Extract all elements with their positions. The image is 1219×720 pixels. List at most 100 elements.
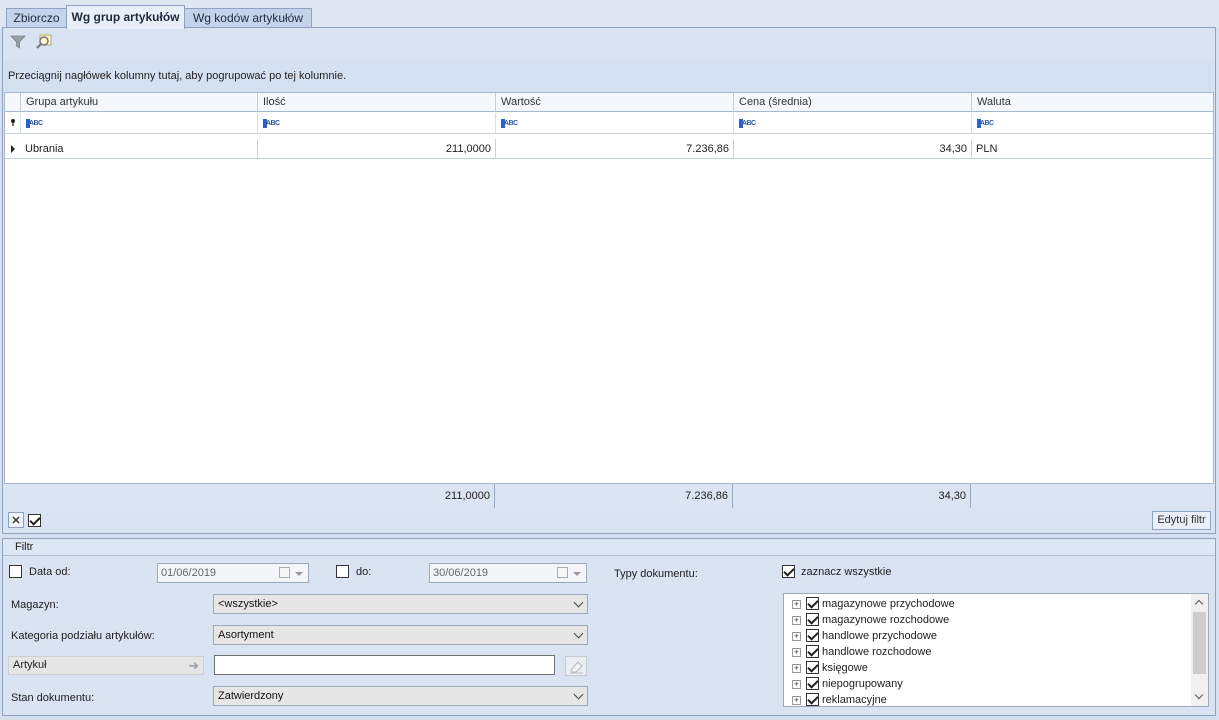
grid-summary-row: 211,0000 7.236,86 34,30 <box>4 483 1214 508</box>
clear-filter-button[interactable] <box>8 512 24 528</box>
chevron-down-icon <box>573 689 584 700</box>
table-cell-cena[interactable]: 34,30 <box>734 139 972 159</box>
summary-wartosc: 7.236,86 <box>495 484 733 508</box>
filter-cell-ilosc[interactable]: ABC <box>258 113 496 134</box>
tree-item-checkbox[interactable] <box>806 645 819 658</box>
expand-icon[interactable]: + <box>792 680 801 689</box>
category-select[interactable]: Asortyment <box>213 625 588 645</box>
select-all-checkbox[interactable] <box>782 565 795 578</box>
tree-item-checkbox[interactable] <box>806 693 819 706</box>
category-value: Asortyment <box>218 629 274 641</box>
document-types-label: Typy dokumentu: <box>614 568 698 580</box>
expand-icon[interactable]: + <box>792 600 801 609</box>
expand-icon[interactable]: + <box>792 648 801 657</box>
filter-row-icon <box>11 119 15 126</box>
current-row-arrow-icon <box>11 145 15 153</box>
article-input[interactable] <box>214 655 555 675</box>
filter-cell-waluta[interactable]: ABC <box>972 113 1213 134</box>
column-header-cena[interactable]: Cena (średnia) <box>734 93 972 112</box>
warehouse-label: Magazyn: <box>11 599 59 611</box>
text-filter-icon: ABC <box>501 119 518 128</box>
search-icon[interactable] <box>35 33 53 51</box>
date-from-field[interactable]: 01/06/2019 <box>157 563 309 583</box>
tree-item-label: handlowe przychodowe <box>822 630 937 642</box>
tab-strip: Zbiorczo Wg grup artykułów Wg kodów arty… <box>0 0 1219 29</box>
chevron-down-icon <box>573 628 584 639</box>
category-label: Kategoria podziału artykułów: <box>11 630 155 642</box>
dropdown-arrow-icon[interactable] <box>295 572 303 576</box>
table-cell-waluta[interactable]: PLN <box>972 139 1213 159</box>
tree-item-checkbox[interactable] <box>806 629 819 642</box>
text-filter-icon: ABC <box>26 119 43 128</box>
text-filter-icon: ABC <box>977 119 994 128</box>
tree-item-label: handlowe rozchodowe <box>822 646 932 658</box>
warehouse-value: <wszystkie> <box>218 598 278 610</box>
scrollbar-thumb[interactable] <box>1193 612 1206 674</box>
date-to-checkbox[interactable] <box>336 565 349 578</box>
expand-icon[interactable]: + <box>792 632 801 641</box>
text-filter-icon: ABC <box>263 119 280 128</box>
row-indicator[interactable] <box>5 139 22 159</box>
date-to-field[interactable]: 30/06/2019 <box>429 563 587 583</box>
chevron-down-icon <box>573 597 584 608</box>
calendar-icon[interactable] <box>557 567 568 578</box>
tree-item-checkbox[interactable] <box>806 661 819 674</box>
expand-icon[interactable]: + <box>792 616 801 625</box>
tree-item[interactable]: + niepogrupowany <box>784 676 1189 692</box>
tree-item-label: magazynowe przychodowe <box>822 598 955 610</box>
data-grid: Grupa artykułu Ilość Wartość Cena (średn… <box>4 92 1214 507</box>
tree-item[interactable]: + magazynowe przychodowe <box>784 596 1189 612</box>
scroll-down-icon[interactable] <box>1194 690 1204 700</box>
expand-icon[interactable]: + <box>792 696 801 705</box>
close-icon <box>12 516 20 524</box>
filter-row-indicator <box>5 113 21 134</box>
dropdown-arrow-icon[interactable] <box>573 572 581 576</box>
document-state-value: Zatwierdzony <box>218 690 284 702</box>
tab-wg-kodow-artykulow[interactable]: Wg kodów artykułów <box>184 8 312 28</box>
tree-item-checkbox[interactable] <box>806 597 819 610</box>
table-cell-wartosc[interactable]: 7.236,86 <box>496 139 734 159</box>
filter-cell-cena[interactable]: ABC <box>734 113 972 134</box>
tree-item-label: reklamacyjne <box>822 694 887 706</box>
filter-cell-wartosc[interactable]: ABC <box>496 113 734 134</box>
date-from-checkbox[interactable] <box>9 565 22 578</box>
tree-item[interactable]: + reklamacyjne <box>784 692 1189 706</box>
enable-filter-checkbox[interactable] <box>28 514 41 527</box>
tab-zbiorczo[interactable]: Zbiorczo <box>6 8 67 28</box>
column-header-ilosc[interactable]: Ilość <box>258 93 496 112</box>
tree-item-label: niepogrupowany <box>822 678 903 690</box>
row-indicator-header <box>5 93 21 112</box>
document-state-select[interactable]: Zatwierdzony <box>213 686 588 706</box>
clear-article-button[interactable] <box>565 656 587 676</box>
tab-wg-grup-artykulow[interactable]: Wg grup artykułów <box>66 5 185 29</box>
table-cell-grupa[interactable]: Ubrania <box>21 139 258 159</box>
tree-item-checkbox[interactable] <box>806 613 819 626</box>
warehouse-select[interactable]: <wszystkie> <box>213 594 588 614</box>
column-header-grupa[interactable]: Grupa artykułu <box>21 93 258 112</box>
filter-panel-title: Filtr <box>3 539 1215 556</box>
scroll-up-icon[interactable] <box>1194 599 1204 609</box>
edit-filter-button[interactable]: Edytuj filtr <box>1152 511 1211 530</box>
tree-item[interactable]: + magazynowe rozchodowe <box>784 612 1189 628</box>
expand-icon[interactable]: + <box>792 664 801 673</box>
tree-item[interactable]: + księgowe <box>784 660 1189 676</box>
group-by-area[interactable]: Przeciągnij nagłówek kolumny tutaj, aby … <box>4 60 1214 92</box>
text-filter-icon: ABC <box>739 119 756 128</box>
article-button[interactable]: Artykuł ➜ <box>8 656 204 675</box>
tree-scrollbar[interactable] <box>1191 594 1208 706</box>
column-header-wartosc[interactable]: Wartość <box>496 93 734 112</box>
tree-item[interactable]: + handlowe rozchodowe <box>784 644 1189 660</box>
table-cell-ilosc[interactable]: 211,0000 <box>258 139 496 159</box>
document-types-tree[interactable]: + magazynowe przychodowe + magazynowe ro… <box>783 593 1209 707</box>
tree-item-checkbox[interactable] <box>806 677 819 690</box>
date-from-label: Data od: <box>29 566 71 578</box>
calendar-icon[interactable] <box>279 567 290 578</box>
filter-cell-grupa[interactable]: ABC <box>21 113 258 134</box>
column-header-waluta[interactable]: Waluta <box>972 93 1213 112</box>
filter-icon[interactable] <box>9 33 27 51</box>
tree-item-label: księgowe <box>822 662 868 674</box>
tree-item[interactable]: + handlowe przychodowe <box>784 628 1189 644</box>
select-all-label: zaznacz wszystkie <box>801 566 892 578</box>
document-state-label: Stan dokumentu: <box>11 692 95 704</box>
summary-ilosc: 211,0000 <box>257 484 495 508</box>
